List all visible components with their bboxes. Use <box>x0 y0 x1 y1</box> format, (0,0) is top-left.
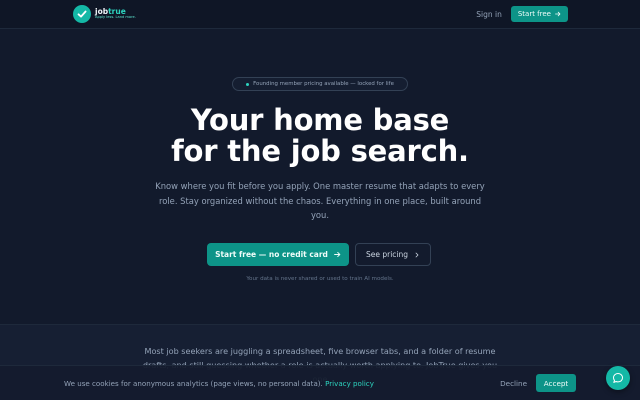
top-navigation: jobtrue Apply less. Land more. Sign in S… <box>0 0 640 29</box>
arrow-right-icon <box>555 11 561 17</box>
privacy-note: Your data is never shared or used to tra… <box>246 276 394 282</box>
start-free-no-card-button[interactable]: Start free — no credit card <box>207 243 349 266</box>
cookie-actions: Decline Accept <box>500 374 576 392</box>
hero-section: Founding member pricing available — lock… <box>0 29 640 324</box>
chat-bubble-icon <box>613 373 623 383</box>
hero-headline: Your home base for the job search. <box>0 105 640 167</box>
founding-pricing-badge: Founding member pricing available — lock… <box>232 77 408 91</box>
headline-line-1: Your home base <box>190 103 450 137</box>
chat-button[interactable] <box>606 366 630 390</box>
nav-actions: Sign in Start free <box>476 6 568 22</box>
start-free-button[interactable]: Start free <box>510 6 568 22</box>
headline-line-2: for the job search. <box>171 134 469 168</box>
cookie-banner: We use cookies for anonymous analytics (… <box>0 365 640 400</box>
brand-logo[interactable]: jobtrue Apply less. Land more. <box>73 5 136 23</box>
checkmark-logo-icon <box>73 5 91 23</box>
see-pricing-button[interactable]: See pricing <box>355 243 431 266</box>
start-free-label: Start free <box>517 10 551 18</box>
privacy-policy-link[interactable]: Privacy policy <box>325 379 374 388</box>
accept-button[interactable]: Accept <box>536 374 576 392</box>
badge-text: Founding member pricing available — lock… <box>253 81 394 87</box>
decline-button[interactable]: Decline <box>500 379 527 388</box>
chevron-right-icon <box>415 252 419 257</box>
brand-name: jobtrue <box>95 8 136 16</box>
brand-text: jobtrue Apply less. Land more. <box>95 8 136 20</box>
arrow-right-icon <box>334 251 341 258</box>
hero-subtext: Know where you fit before you apply. One… <box>155 181 485 220</box>
cookie-text: We use cookies for anonymous analytics (… <box>64 378 323 388</box>
secondary-cta-label: See pricing <box>365 250 409 259</box>
status-dot-icon <box>246 82 250 86</box>
cta-row: Start free — no credit card See pricing <box>0 243 640 266</box>
cookie-message: We use cookies for anonymous analytics (… <box>64 379 374 388</box>
signin-link[interactable]: Sign in <box>476 10 502 19</box>
primary-cta-label: Start free — no credit card <box>215 250 328 259</box>
brand-tagline: Apply less. Land more. <box>95 15 136 20</box>
